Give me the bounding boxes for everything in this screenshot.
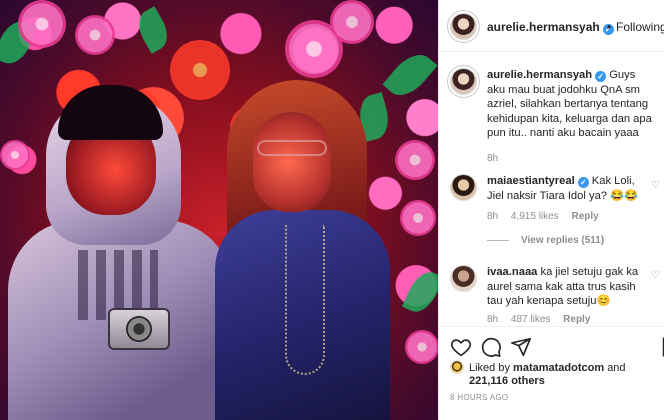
flower-decoration — [405, 330, 438, 364]
comment-avatar[interactable] — [450, 174, 477, 201]
reply-button[interactable]: Reply — [563, 314, 590, 324]
verified-badge-icon: ✓ — [577, 177, 589, 188]
following-button[interactable]: Following — [616, 20, 664, 34]
flower-decoration — [395, 140, 435, 180]
view-replies-line — [487, 239, 509, 241]
likes-summary: Liked by matamatadotcom and 221,116 othe… — [450, 360, 655, 388]
comment-item: ivaa.naaa ka jiel setuju gak ka aurel sa… — [487, 265, 647, 309]
liker-avatar[interactable] — [450, 360, 464, 374]
reply-button[interactable]: Reply — [572, 211, 599, 222]
comment-likes[interactable]: 4,915 likes — [511, 211, 559, 222]
comment-like-heart-icon[interactable]: ♡ — [651, 180, 660, 191]
comment-likes[interactable]: 487 likes — [511, 314, 550, 324]
share-icon[interactable] — [510, 336, 532, 358]
face — [253, 112, 331, 212]
post-photo[interactable] — [0, 0, 438, 420]
flower-decoration — [75, 15, 115, 55]
author-username[interactable]: aurelie.hermansyah ✓ — [487, 20, 614, 35]
heart-icon[interactable] — [450, 336, 472, 358]
comment-meta: 8h 487 likes Reply — [487, 314, 600, 324]
liked-by-prefix: Liked by — [469, 362, 510, 374]
flower-decoration — [18, 0, 66, 48]
comment-time[interactable]: 8h — [487, 211, 498, 222]
action-bar: Liked by matamatadotcom and 221,116 othe… — [439, 326, 664, 420]
author-username-text[interactable]: aurelie.hermansyah — [487, 20, 600, 34]
caption-author-avatar[interactable] — [450, 68, 477, 95]
post-header: aurelie.hermansyah ✓ • Following — [439, 0, 664, 52]
bookmark-icon[interactable] — [659, 336, 664, 358]
view-replies-button[interactable]: View replies (511) — [487, 235, 604, 246]
post-side-panel: aurelie.hermansyah ✓ • Following aurelie.… — [438, 0, 664, 420]
author-avatar[interactable] — [450, 13, 477, 40]
comment-like-heart-icon[interactable]: ♡ — [651, 270, 660, 281]
caption-username[interactable]: aurelie.hermansyah — [487, 69, 592, 81]
glasses-icon — [257, 140, 327, 156]
camera-icon — [108, 308, 170, 350]
caption-time[interactable]: 8h — [487, 152, 655, 167]
leaf-decoration — [131, 6, 175, 54]
comment-avatar[interactable] — [450, 265, 477, 292]
liked-by-conjunction: and — [607, 362, 626, 374]
liker-username[interactable]: matamatadotcom — [513, 362, 604, 374]
flower-decoration — [330, 0, 374, 44]
necklace — [285, 225, 325, 375]
flower-decoration — [400, 200, 436, 236]
comment-item: maiaestiantyreal ✓ Kak Loli, Jiel naksir … — [487, 174, 647, 203]
likes-count[interactable]: 221,116 others — [450, 375, 655, 388]
verified-badge-icon: ✓ — [595, 71, 607, 82]
person-hoodie — [8, 80, 233, 420]
caption-body: aurelie.hermansyah ✓ Guys aku mau buat jo… — [487, 68, 655, 166]
comment-username[interactable]: maiaestiantyreal — [487, 175, 575, 187]
comment-icon[interactable] — [480, 336, 502, 358]
post-timestamp[interactable]: 8 HOURS AGO — [450, 393, 508, 402]
follow-separator: • — [607, 20, 612, 34]
comment-username[interactable]: ivaa.naaa — [487, 266, 537, 278]
leaf-decoration — [382, 46, 438, 104]
comment-time[interactable]: 8h — [487, 314, 498, 324]
hair — [58, 85, 163, 140]
person-woman — [215, 80, 390, 420]
comment-meta: 8h 4,915 likes Reply — [487, 211, 609, 222]
leaf-decoration — [401, 266, 438, 318]
view-replies-label[interactable]: View replies (511) — [521, 235, 604, 246]
